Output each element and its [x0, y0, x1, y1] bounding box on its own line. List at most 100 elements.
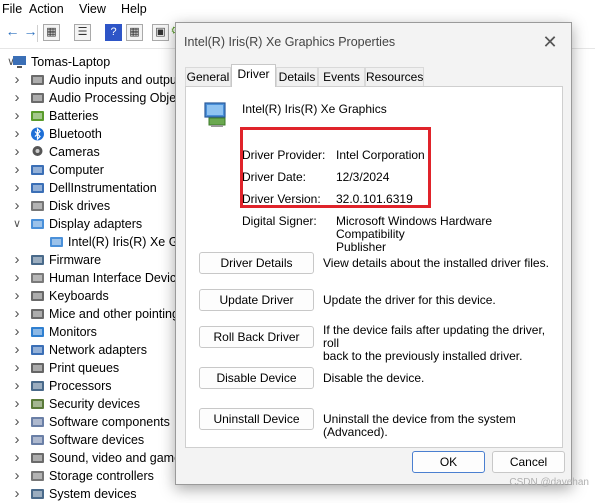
tree-item-label: Batteries — [49, 109, 99, 123]
digital-signer-line1: Microsoft Windows Hardware Compatibility — [336, 214, 493, 241]
system-icon — [31, 489, 44, 499]
properties-dialog: Intel(R) Iris(R) Xe Graphics Properties … — [175, 22, 572, 485]
speaker-icon — [31, 453, 44, 463]
chevron-right-icon[interactable]: › — [11, 197, 23, 215]
tree-item-label: Network adapters — [49, 343, 147, 357]
menu-file[interactable]: File — [2, 2, 22, 16]
chevron-right-icon[interactable]: › — [11, 413, 23, 431]
tab-resources[interactable]: Resources — [365, 67, 424, 86]
chevron-right-icon[interactable]: › — [11, 179, 23, 197]
driver-details-desc: View details about the installed driver … — [323, 256, 549, 270]
update-driver-desc: Update the driver for this device. — [323, 293, 496, 307]
help-icon[interactable]: ? — [105, 24, 122, 41]
tree-item-label: DellInstrumentation — [49, 181, 157, 195]
tree-item-label: Monitors — [49, 325, 97, 339]
chevron-right-icon[interactable]: › — [11, 341, 23, 359]
update-driver-button[interactable]: Update Driver — [199, 289, 314, 311]
battery-icon — [31, 111, 44, 121]
chevron-right-icon[interactable]: › — [11, 431, 23, 449]
computer-icon — [13, 56, 26, 68]
chevron-right-icon[interactable]: › — [11, 377, 23, 395]
keyboard-icon — [31, 291, 44, 301]
menu-help[interactable]: Help — [121, 2, 147, 16]
uninstall-device-button[interactable]: Uninstall Device — [199, 408, 314, 430]
display-adapter-icon — [204, 102, 226, 127]
storage-icon — [31, 471, 44, 481]
roll-back-desc-line1: If the device fails after updating the d… — [323, 323, 546, 350]
chevron-right-icon[interactable]: › — [11, 161, 23, 179]
processor-icon — [31, 381, 44, 391]
security-icon — [31, 399, 44, 409]
chevron-right-icon[interactable]: › — [11, 485, 23, 503]
chevron-right-icon[interactable]: › — [11, 251, 23, 269]
chevron-right-icon[interactable]: › — [11, 71, 23, 89]
menu-view[interactable]: View — [79, 2, 106, 16]
disk-icon — [31, 201, 44, 211]
view-icon[interactable]: ▦ — [126, 24, 143, 41]
tree-item-label: Computer — [49, 163, 104, 177]
chevron-right-icon[interactable]: › — [11, 107, 23, 125]
chevron-right-icon[interactable]: › — [11, 143, 23, 161]
network-icon — [31, 345, 44, 355]
tree-item-label: Software components — [49, 415, 170, 429]
menu-action[interactable]: Action — [29, 2, 64, 16]
chevron-right-icon[interactable]: › — [11, 395, 23, 413]
speaker-icon — [31, 93, 44, 103]
chevron-right-icon[interactable]: › — [11, 467, 23, 485]
tab-details[interactable]: Details — [276, 67, 318, 86]
tab-events[interactable]: Events — [318, 67, 365, 86]
software-icon — [31, 435, 44, 445]
monitor-icon — [31, 327, 44, 337]
chevron-right-icon[interactable]: › — [11, 449, 23, 467]
display-adapter-icon — [50, 237, 63, 247]
tree-item-label: Security devices — [49, 397, 141, 411]
chevron-right-icon[interactable]: › — [11, 89, 23, 107]
uninstall-device-desc: Uninstall the device from the system (Ad… — [323, 412, 516, 439]
display-adapter-icon — [31, 219, 44, 229]
chevron-right-icon[interactable]: › — [11, 323, 23, 341]
roll-back-desc-line2: back to the previously installed driver. — [323, 349, 523, 363]
close-icon[interactable]: ✕ — [539, 31, 561, 53]
tree-item-label: Software devices — [49, 433, 145, 447]
chevron-right-icon[interactable]: › — [11, 287, 23, 305]
back-icon[interactable]: ← — [4, 24, 21, 41]
tree-item-label: Firmware — [49, 253, 102, 267]
chevron-right-icon[interactable]: › — [11, 359, 23, 377]
tree-item-label: Disk drives — [49, 199, 111, 213]
chip-icon — [31, 255, 44, 265]
properties-icon[interactable]: ▦ — [43, 24, 60, 41]
digital-signer-value: Microsoft Windows Hardware Compatibility… — [336, 215, 562, 254]
highlight-box — [240, 127, 431, 208]
roll-back-driver-button[interactable]: Roll Back Driver — [199, 326, 314, 348]
tab-general[interactable]: General — [185, 67, 231, 86]
console-tree-icon[interactable]: ☰ — [74, 24, 91, 41]
chevron-right-icon[interactable]: › — [11, 305, 23, 323]
disable-device-button[interactable]: Disable Device — [199, 367, 314, 389]
tree-item-label: Human Interface Devices — [49, 271, 190, 285]
tree-item-label: Cameras — [49, 145, 100, 159]
mouse-icon — [31, 309, 44, 319]
printer-icon — [31, 363, 44, 373]
tree-item-label: Keyboards — [49, 289, 109, 303]
tree-item-label: Display adapters — [49, 217, 143, 231]
tab-driver[interactable]: Driver — [231, 64, 276, 87]
ok-button[interactable]: OK — [412, 451, 485, 473]
driver-details-button[interactable]: Driver Details — [199, 252, 314, 274]
camera-icon — [32, 146, 43, 156]
watermark: CSDN @davehan — [509, 477, 589, 488]
dialog-title: Intel(R) Iris(R) Xe Graphics Properties — [184, 35, 396, 49]
tree-item-label: Processors — [49, 379, 112, 393]
tree-item-label: System devices — [49, 487, 137, 501]
cancel-button[interactable]: Cancel — [492, 451, 565, 473]
roll-back-driver-desc: If the device fails after updating the d… — [323, 324, 553, 363]
bluetooth-icon — [31, 127, 44, 141]
tree-item-label: Bluetooth — [49, 127, 102, 141]
chevron-right-icon[interactable]: › — [11, 125, 23, 143]
software-icon — [31, 417, 44, 427]
computer-icon — [31, 165, 44, 175]
tree-item-label: Print queues — [49, 361, 120, 375]
hid-icon — [31, 273, 44, 283]
menu-bar: File Action View Help — [0, 0, 595, 20]
chevron-down-icon[interactable]: ∨ — [11, 215, 23, 233]
chevron-right-icon[interactable]: › — [11, 269, 23, 287]
